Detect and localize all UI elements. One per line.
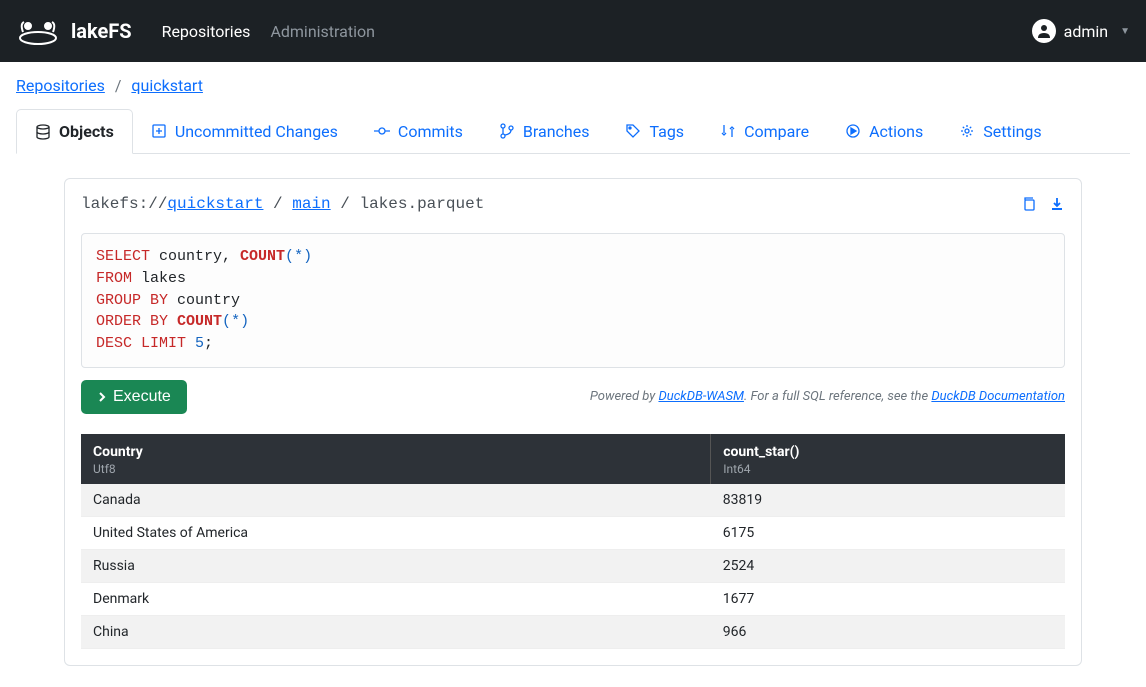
- tab-objects-label: Objects: [59, 122, 114, 141]
- tab-settings[interactable]: Settings: [941, 109, 1059, 153]
- username: admin: [1064, 22, 1108, 41]
- tab-actions[interactable]: Actions: [827, 109, 941, 153]
- cell-country: United States of America: [81, 516, 711, 549]
- object-path: lakefs://quickstart / main / lakes.parqu…: [81, 195, 484, 213]
- lakefs-logo-icon: [16, 16, 61, 46]
- compare-icon: [720, 123, 736, 139]
- execute-label: Execute: [113, 388, 171, 406]
- brand-logo[interactable]: lakeFS: [16, 16, 132, 46]
- cell-country: Denmark: [81, 582, 711, 615]
- branch-icon: [499, 123, 515, 139]
- tab-uncommitted[interactable]: Uncommitted Changes: [133, 109, 356, 153]
- cell-count: 6175: [711, 516, 1065, 549]
- breadcrumb-sep: /: [115, 76, 122, 95]
- table-row: Denmark1677: [81, 582, 1065, 615]
- path-repo-link[interactable]: quickstart: [167, 195, 263, 213]
- avatar-icon: [1032, 19, 1056, 43]
- tag-icon: [625, 123, 641, 139]
- tab-settings-label: Settings: [983, 122, 1041, 141]
- brand-text: lakeFS: [71, 19, 132, 43]
- tab-actions-label: Actions: [869, 122, 923, 141]
- database-icon: [35, 124, 51, 140]
- results-table: Country Utf8 count_star() Int64 Canada83…: [81, 434, 1065, 649]
- cell-country: China: [81, 615, 711, 648]
- tab-compare[interactable]: Compare: [702, 109, 827, 153]
- user-menu[interactable]: admin ▼: [1032, 19, 1130, 43]
- tab-compare-label: Compare: [744, 122, 809, 141]
- breadcrumb-repo[interactable]: quickstart: [131, 76, 203, 95]
- sql-editor[interactable]: SELECT country, COUNT(*) FROM lakes GROU…: [81, 233, 1065, 368]
- table-row: Canada83819: [81, 484, 1065, 517]
- path-scheme: lakefs://: [81, 195, 167, 213]
- cell-count: 2524: [711, 549, 1065, 582]
- col-header-country: Country Utf8: [81, 434, 711, 484]
- table-row: China966: [81, 615, 1065, 648]
- breadcrumb-repositories[interactable]: Repositories: [16, 76, 105, 95]
- tab-commits[interactable]: Commits: [356, 109, 481, 153]
- duckdb-wasm-link[interactable]: DuckDB-WASM: [658, 389, 743, 404]
- navbar: lakeFS Repositories Administration admin…: [0, 0, 1146, 62]
- path-branch-link[interactable]: main: [292, 195, 330, 213]
- powered-by: Powered by DuckDB-WASM. For a full SQL r…: [590, 389, 1065, 404]
- diff-icon: [151, 123, 167, 139]
- chevron-down-icon: ▼: [1120, 26, 1130, 37]
- table-row: Russia2524: [81, 549, 1065, 582]
- nav-administration[interactable]: Administration: [270, 22, 375, 41]
- duckdb-docs-link[interactable]: DuckDB Documentation: [931, 389, 1065, 404]
- breadcrumb: Repositories / quickstart: [0, 62, 1146, 109]
- col-header-count: count_star() Int64: [711, 434, 1065, 484]
- execute-button[interactable]: Execute: [81, 380, 187, 414]
- download-icon[interactable]: [1049, 196, 1065, 212]
- object-panel: lakefs://quickstart / main / lakes.parqu…: [64, 178, 1082, 666]
- commit-icon: [374, 123, 390, 139]
- tab-branches-label: Branches: [523, 122, 590, 141]
- gear-icon: [959, 123, 975, 139]
- tab-tags[interactable]: Tags: [607, 109, 702, 153]
- cell-count: 83819: [711, 484, 1065, 517]
- cell-count: 1677: [711, 582, 1065, 615]
- tabs: Objects Uncommitted Changes Commits Bran…: [16, 109, 1130, 154]
- cell-count: 966: [711, 615, 1065, 648]
- tab-tags-label: Tags: [649, 122, 684, 141]
- cell-country: Russia: [81, 549, 711, 582]
- cell-country: Canada: [81, 484, 711, 517]
- nav-repositories[interactable]: Repositories: [162, 22, 251, 41]
- tab-commits-label: Commits: [398, 122, 463, 141]
- copy-icon[interactable]: [1021, 196, 1037, 212]
- table-row: United States of America6175: [81, 516, 1065, 549]
- tab-objects[interactable]: Objects: [16, 109, 133, 154]
- path-file: lakes.parquet: [359, 195, 484, 213]
- tab-branches[interactable]: Branches: [481, 109, 608, 153]
- play-circle-icon: [845, 123, 861, 139]
- chevron-right-icon: [97, 391, 107, 403]
- tab-uncommitted-label: Uncommitted Changes: [175, 122, 338, 141]
